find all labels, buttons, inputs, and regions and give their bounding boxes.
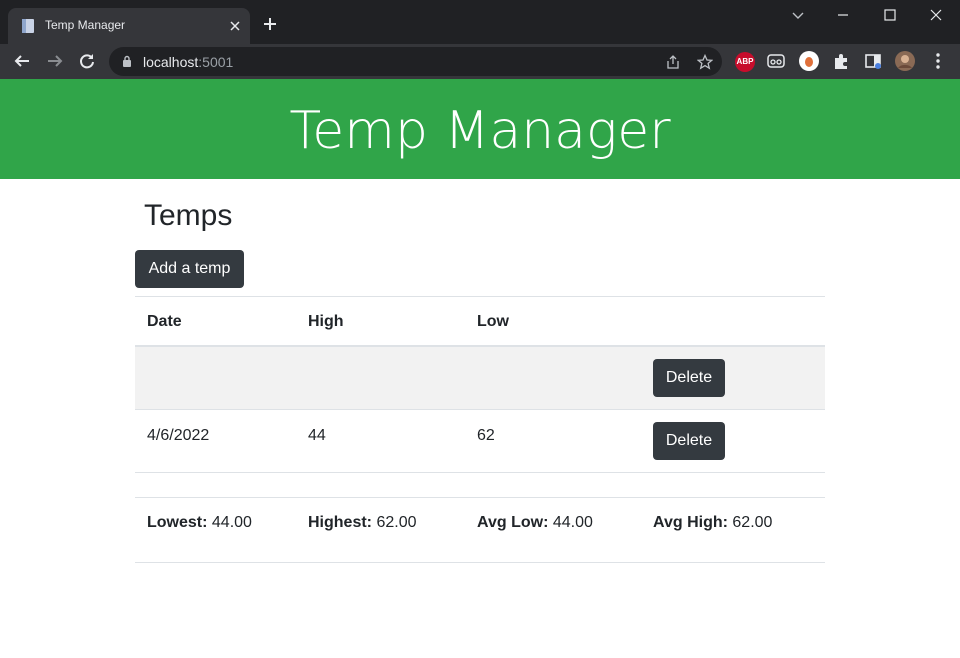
lock-icon: [123, 55, 131, 67]
page-icon: [22, 19, 34, 33]
add-temp-button[interactable]: Add a temp: [135, 250, 244, 288]
reload-icon[interactable]: [78, 52, 96, 70]
delete-button[interactable]: Delete: [653, 422, 725, 460]
bookmark-star-icon[interactable]: [697, 54, 713, 70]
profile-avatar-icon[interactable]: [894, 50, 916, 72]
page-title: Temps: [144, 199, 233, 232]
reader-extension-icon[interactable]: [765, 50, 787, 72]
column-header-high: High: [308, 313, 344, 330]
forward-icon[interactable]: [46, 52, 64, 70]
minimize-icon[interactable]: [836, 8, 850, 22]
side-panel-icon[interactable]: [862, 50, 884, 72]
extensions-puzzle-icon[interactable]: [830, 50, 852, 72]
share-icon[interactable]: [665, 54, 681, 70]
browser-tabstrip: Temp Manager: [0, 0, 960, 44]
maximize-icon[interactable]: [883, 8, 897, 22]
summary-highest-label: Highest:: [308, 514, 372, 531]
browser-menu-icon[interactable]: [927, 50, 949, 72]
cell-high: 44: [308, 427, 326, 444]
browser-tab[interactable]: Temp Manager: [8, 8, 250, 44]
summary-lowest-value: 44.00: [211, 514, 252, 531]
summary-bottom-border: [135, 562, 825, 563]
table-row-border: [135, 472, 825, 473]
cell-low: 62: [477, 427, 495, 444]
summary-highest-value: 62.00: [376, 514, 417, 531]
address-bar[interactable]: localhost:5001: [109, 47, 722, 76]
url-text: localhost:5001: [143, 54, 234, 70]
app-banner: Temp Manager: [0, 79, 960, 179]
close-window-icon[interactable]: [929, 8, 943, 22]
browser-toolbar: localhost:5001 ABP: [0, 44, 960, 79]
adblock-plus-icon[interactable]: ABP: [735, 52, 755, 72]
summary-avg-high: Avg High: 62.00: [653, 514, 772, 532]
summary-top-border: [135, 497, 825, 498]
back-icon[interactable]: [13, 52, 31, 70]
summary-avg-high-value: 62.00: [732, 514, 773, 531]
extension-badge-icon[interactable]: [798, 50, 820, 72]
summary-lowest-label: Lowest:: [147, 514, 208, 531]
cell-date: 4/6/2022: [147, 427, 210, 444]
delete-button[interactable]: Delete: [653, 359, 725, 397]
summary-avg-high-label: Avg High:: [653, 514, 728, 531]
tab-search-icon[interactable]: [791, 8, 805, 22]
table-row-border: [135, 409, 825, 410]
summary-avg-low-label: Avg Low:: [477, 514, 549, 531]
column-header-date: Date: [147, 313, 182, 330]
new-tab-icon[interactable]: [262, 16, 278, 32]
summary-avg-low-value: 44.00: [552, 514, 593, 531]
summary-lowest: Lowest: 44.00: [147, 514, 252, 532]
app-title: Temp Manager: [289, 101, 671, 161]
tab-title: Temp Manager: [45, 18, 126, 32]
close-tab-icon[interactable]: [228, 19, 242, 33]
table-top-border: [135, 296, 825, 297]
column-header-low: Low: [477, 313, 509, 330]
summary-highest: Highest: 62.00: [308, 514, 417, 532]
summary-avg-low: Avg Low: 44.00: [477, 514, 593, 532]
